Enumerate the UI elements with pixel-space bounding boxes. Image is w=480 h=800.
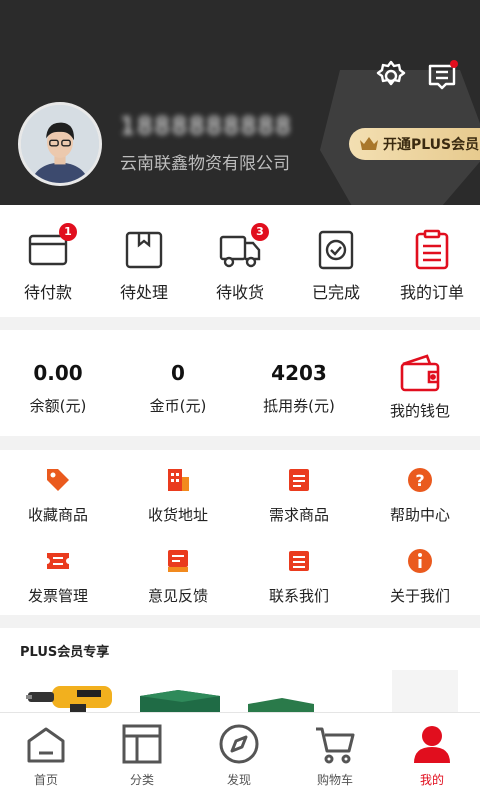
- services-section: 收藏商品 收货地址 需求商品 ? 帮助中心 发票管理 意见反馈 联系我们 关于我…: [0, 450, 480, 615]
- wallet-icon: [399, 352, 441, 394]
- service-help[interactable]: ? 帮助中心: [372, 466, 468, 525]
- coupons-stat[interactable]: 4203 抵用券(元): [251, 361, 347, 416]
- unread-dot: [450, 60, 458, 68]
- tab-label: 发现: [226, 773, 251, 787]
- clipboard-icon: [411, 229, 453, 271]
- cart-icon: [316, 727, 355, 764]
- contact-icon: [289, 551, 309, 571]
- service-feedback[interactable]: 意见反馈: [130, 547, 226, 606]
- building-icon: [168, 469, 189, 491]
- service-contact[interactable]: 联系我们: [251, 547, 347, 606]
- service-demand[interactable]: 需求商品: [251, 466, 347, 525]
- balance-value: 0.00: [33, 361, 83, 385]
- crown-icon: [360, 137, 378, 150]
- service-favorites[interactable]: 收藏商品: [10, 466, 106, 525]
- tab-cart[interactable]: 购物车: [287, 723, 383, 788]
- tab-label: 分类: [129, 773, 154, 787]
- orders-section: 1 待付款 待处理 3 待收货 已完成 我的订单: [0, 205, 480, 317]
- messages-button[interactable]: [424, 58, 460, 94]
- coupons-label: 抵用券(元): [263, 397, 335, 415]
- ticket-icon: [47, 553, 69, 569]
- coupons-value: 4203: [271, 361, 327, 385]
- document-icon: [289, 469, 309, 491]
- box-icon: [123, 229, 165, 271]
- service-address[interactable]: 收货地址: [130, 466, 226, 525]
- order-badge: 3: [251, 223, 269, 241]
- order-label: 待处理: [119, 283, 168, 302]
- avatar-photo: [21, 105, 99, 183]
- product-box-image[interactable]: [138, 686, 222, 712]
- order-processing[interactable]: 待处理: [96, 229, 192, 303]
- order-label: 待付款: [23, 283, 72, 302]
- service-label: 意见反馈: [147, 587, 208, 605]
- tab-label: 购物车: [316, 773, 353, 787]
- tab-label: 我的: [419, 773, 444, 787]
- my-orders[interactable]: 我的订单: [384, 229, 480, 303]
- service-label: 收藏商品: [27, 506, 88, 524]
- order-shipping[interactable]: 3 待收货: [192, 223, 288, 303]
- home-icon: [27, 727, 65, 763]
- service-label: 发票管理: [27, 587, 88, 605]
- feedback-icon: [168, 550, 188, 572]
- coins-value: 0: [171, 361, 185, 385]
- service-label: 收货地址: [147, 506, 208, 524]
- check-box-icon: [315, 229, 357, 271]
- order-label: 待收货: [215, 283, 264, 302]
- truck-icon: 3: [219, 223, 269, 271]
- order-label: 我的订单: [399, 283, 464, 302]
- tab-category[interactable]: 分类: [94, 723, 190, 788]
- wallet-section: 0.00 余额(元) 0 金币(元) 4203 抵用券(元) 我的钱包: [0, 330, 480, 436]
- service-label: 关于我们: [389, 587, 450, 605]
- phone-number: 1888888888: [120, 112, 293, 140]
- service-invoice[interactable]: 发票管理: [10, 547, 106, 606]
- profile-icon: [414, 726, 450, 763]
- service-label: 需求商品: [268, 506, 329, 524]
- coins-label: 金币(元): [149, 397, 207, 415]
- svg-text:?: ?: [415, 471, 424, 490]
- compass-icon: [219, 724, 259, 764]
- tab-home[interactable]: 首页: [0, 723, 94, 788]
- balance-stat[interactable]: 0.00 余额(元): [10, 361, 106, 416]
- service-label: 联系我们: [268, 587, 329, 605]
- category-icon: [122, 724, 162, 764]
- order-completed[interactable]: 已完成: [288, 229, 384, 303]
- order-pending-payment[interactable]: 1 待付款: [0, 223, 96, 303]
- profile-header: 1888888888 云南联鑫物资有限公司 开通PLUS会员: [0, 0, 480, 205]
- help-icon: ?: [408, 468, 432, 492]
- tab-mine[interactable]: 我的: [384, 723, 480, 788]
- avatar[interactable]: [18, 102, 102, 186]
- tag-icon: [47, 469, 69, 491]
- order-badge: 1: [59, 223, 77, 241]
- coins-stat[interactable]: 0 金币(元): [130, 361, 226, 416]
- card-icon: 1: [27, 223, 77, 271]
- plus-section-title: PLUS会员专享: [20, 645, 110, 660]
- my-wallet[interactable]: 我的钱包: [372, 352, 468, 421]
- balance-label: 余额(元): [29, 397, 87, 415]
- open-plus-button[interactable]: 开通PLUS会员: [349, 128, 480, 160]
- product-drill-image[interactable]: [22, 680, 118, 712]
- wallet-label: 我的钱包: [389, 402, 450, 420]
- open-plus-label: 开通PLUS会员: [383, 137, 480, 153]
- order-label: 已完成: [311, 283, 360, 302]
- service-label: 帮助中心: [389, 506, 450, 524]
- settings-icon[interactable]: [373, 58, 409, 94]
- bottom-tab-bar: 首页 分类 发现 购物车 我的: [0, 712, 480, 800]
- product-placeholder[interactable]: [392, 670, 458, 712]
- tab-discover[interactable]: 发现: [191, 723, 287, 788]
- company-name: 云南联鑫物资有限公司: [120, 154, 290, 174]
- plus-exclusive-section: PLUS会员专享: [0, 628, 480, 712]
- product-box-image-2[interactable]: [246, 696, 316, 712]
- service-about[interactable]: 关于我们: [372, 547, 468, 606]
- info-icon: [408, 549, 432, 573]
- tab-label: 首页: [33, 773, 58, 787]
